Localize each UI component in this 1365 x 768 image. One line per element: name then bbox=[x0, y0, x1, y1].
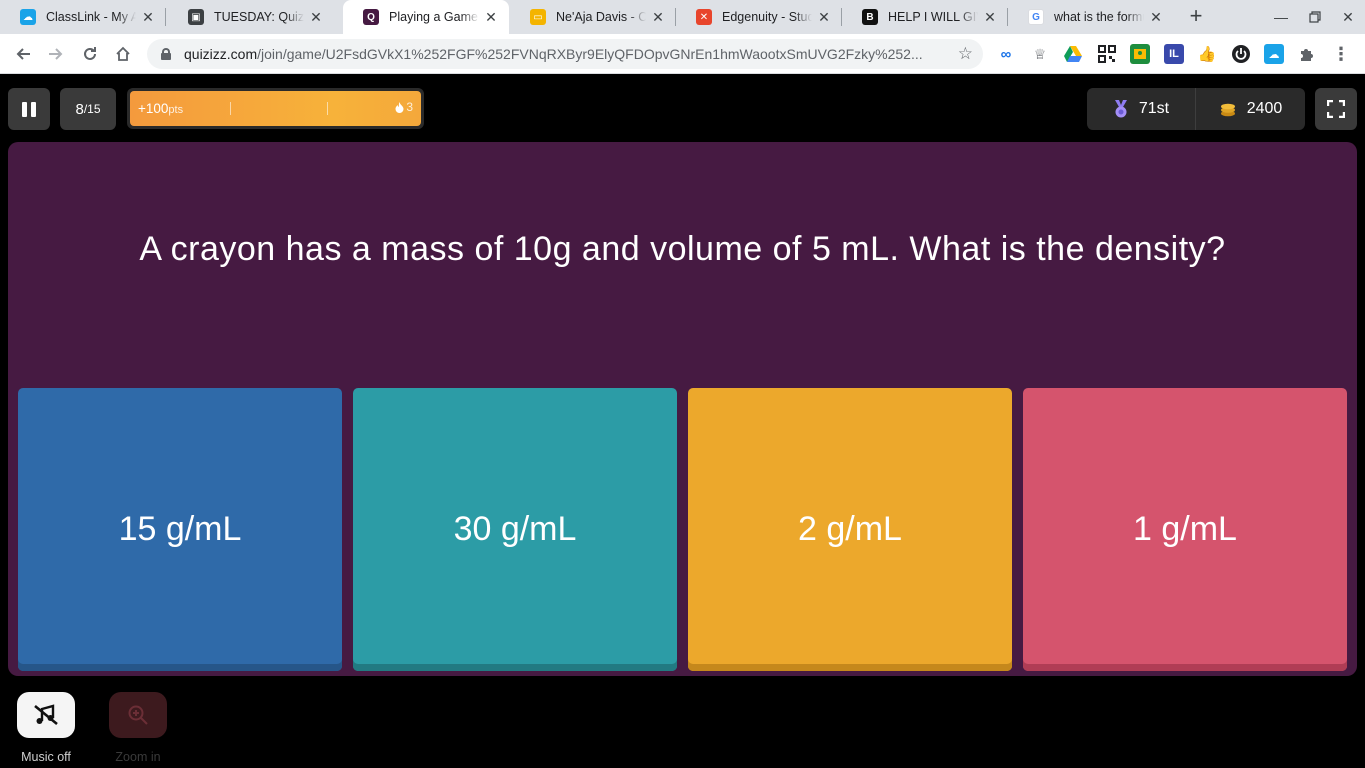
tab-title: TUESDAY: Quizizz bbox=[214, 10, 304, 24]
quizizz-favicon-icon: Q bbox=[363, 9, 379, 25]
close-icon[interactable]: ✕ bbox=[650, 9, 666, 25]
question-text: A crayon has a mass of 10g and volume of… bbox=[139, 230, 1226, 268]
minimize-icon[interactable]: — bbox=[1269, 6, 1293, 28]
url-host: quizizz.com bbox=[184, 46, 258, 62]
points-text: +100pts bbox=[130, 101, 183, 116]
reload-icon[interactable] bbox=[78, 42, 102, 66]
fullscreen-button[interactable] bbox=[1315, 88, 1357, 130]
extension-infinity-icon[interactable]: ∞ bbox=[996, 44, 1016, 64]
close-window-icon[interactable]: ✕ bbox=[1336, 6, 1360, 28]
bookmark-star-icon[interactable]: ☆ bbox=[958, 44, 973, 64]
coins-icon bbox=[1220, 103, 1235, 117]
back-arrow-icon[interactable] bbox=[11, 42, 35, 66]
rank-value: 71st bbox=[1138, 100, 1170, 117]
music-off-label: Music off bbox=[21, 750, 71, 764]
zoom-in-button[interactable]: Zoom in bbox=[108, 692, 168, 764]
streak-bar-fill: +100pts 3 bbox=[130, 91, 421, 126]
zoom-in-circle[interactable] bbox=[109, 692, 167, 738]
new-tab-button[interactable]: + bbox=[1184, 5, 1208, 29]
tab-google-search[interactable]: G what is the formula ✕ bbox=[1008, 0, 1174, 34]
tab-brainly-help[interactable]: B HELP I WILL GIVE ✕ bbox=[842, 0, 1008, 34]
classlink-favicon-icon: ☁ bbox=[20, 9, 36, 25]
close-icon[interactable]: ✕ bbox=[308, 9, 324, 25]
music-off-circle[interactable] bbox=[17, 692, 75, 738]
answer-option-label: 1 g/mL bbox=[1133, 510, 1237, 548]
classlink-icon[interactable]: ☁ bbox=[1264, 44, 1284, 64]
power-icon[interactable] bbox=[1231, 44, 1251, 64]
answer-option-label: 2 g/mL bbox=[798, 510, 902, 548]
answer-option-3[interactable]: 2 g/mL bbox=[688, 388, 1012, 671]
qr-code-icon[interactable] bbox=[1097, 44, 1117, 64]
calendar-favicon-icon: ▭ bbox=[530, 9, 546, 25]
brainly-favicon-icon: B bbox=[862, 9, 878, 25]
answer-option-2[interactable]: 30 g/mL bbox=[353, 388, 677, 671]
address-bar[interactable]: quizizz.com/join/game/U2FsdGVkX1%252FGF%… bbox=[147, 39, 983, 69]
url-path: /join/game/U2FsdGVkX1%252FGF%252FVNqRXBy… bbox=[257, 46, 923, 62]
tab-title: Edgenuity - Student bbox=[722, 10, 812, 24]
rank-display: 71st bbox=[1087, 88, 1196, 130]
tab-title: ClassLink - My Apps bbox=[46, 10, 136, 24]
chrome-menu-icon[interactable]: ⋮ bbox=[1331, 44, 1351, 64]
streak-count: 3 bbox=[406, 100, 413, 114]
music-toggle-button[interactable]: Music off bbox=[16, 692, 76, 764]
tab-title: what is the formula bbox=[1054, 10, 1144, 24]
answer-option-1[interactable]: 15 g/mL bbox=[18, 388, 342, 671]
close-icon[interactable]: ✕ bbox=[1148, 9, 1164, 25]
extension-trophy-icon[interactable]: ♕ bbox=[1030, 44, 1050, 64]
points-unit: pts bbox=[168, 104, 184, 116]
classroom-favicon-icon: ▣ bbox=[188, 9, 204, 25]
edgenuity-favicon-icon: ✕ bbox=[696, 9, 712, 25]
tab-classlink[interactable]: ☁ ClassLink - My Apps ✕ bbox=[0, 0, 166, 34]
close-icon[interactable]: ✕ bbox=[140, 9, 156, 25]
question-number: 8 bbox=[75, 100, 84, 118]
pause-button[interactable] bbox=[8, 88, 50, 130]
fullscreen-icon bbox=[1327, 100, 1345, 118]
google-classroom-icon[interactable] bbox=[1130, 44, 1150, 64]
browser-tab-strip: ☁ ClassLink - My Apps ✕ ▣ TUESDAY: Quizi… bbox=[0, 0, 1365, 34]
flame-icon bbox=[395, 101, 404, 113]
question-total: /15 bbox=[83, 102, 101, 116]
forward-arrow-icon[interactable] bbox=[44, 42, 68, 66]
restore-icon[interactable] bbox=[1303, 6, 1327, 28]
answer-option-4[interactable]: 1 g/mL bbox=[1023, 388, 1347, 671]
google-drive-icon[interactable] bbox=[1063, 44, 1083, 64]
tab-title: HELP I WILL GIVE bbox=[888, 10, 978, 24]
thumbs-up-icon[interactable]: 👍 bbox=[1197, 44, 1217, 64]
browser-toolbar: quizizz.com/join/game/U2FsdGVkX1%252FGF%… bbox=[0, 34, 1365, 74]
puzzle-extensions-icon[interactable] bbox=[1297, 44, 1317, 64]
answer-option-label: 15 g/mL bbox=[118, 510, 242, 548]
coins-display: 2400 bbox=[1196, 88, 1305, 130]
google-favicon-icon: G bbox=[1028, 9, 1044, 25]
tab-calendar[interactable]: ▭ Ne'Aja Davis - Calendar ✕ bbox=[510, 0, 676, 34]
question-counter: 8/15 bbox=[60, 88, 116, 130]
streak-notch bbox=[327, 102, 328, 115]
music-off-icon bbox=[34, 704, 58, 726]
home-icon[interactable] bbox=[111, 42, 135, 66]
quizizz-game: 8/15 +100pts 3 71st 2400 A crayon has a … bbox=[0, 75, 1365, 768]
immersive-reader-icon[interactable]: IL bbox=[1164, 44, 1184, 64]
coins-value: 2400 bbox=[1246, 100, 1283, 117]
close-icon[interactable]: ✕ bbox=[816, 9, 832, 25]
streak-indicator: 3 bbox=[395, 100, 413, 114]
points-value: +100 bbox=[138, 101, 169, 116]
tab-playing-a-game[interactable]: Q Playing a Game - Quizizz ✕ bbox=[343, 0, 509, 34]
medal-icon bbox=[1114, 100, 1127, 118]
url-text: quizizz.com/join/game/U2FsdGVkX1%252FGF%… bbox=[184, 46, 939, 62]
lock-icon bbox=[161, 48, 171, 60]
streak-bar: +100pts 3 bbox=[127, 88, 424, 129]
tab-title: Ne'Aja Davis - Calendar bbox=[556, 10, 646, 24]
tab-title: Playing a Game - Quizizz bbox=[389, 10, 479, 24]
answer-option-label: 30 g/mL bbox=[453, 510, 577, 548]
streak-notch bbox=[230, 102, 231, 115]
close-icon[interactable]: ✕ bbox=[483, 9, 499, 25]
zoom-in-icon bbox=[128, 705, 148, 725]
tab-edgenuity[interactable]: ✕ Edgenuity - Student ✕ bbox=[676, 0, 842, 34]
player-stats: 71st 2400 bbox=[1087, 88, 1305, 130]
close-icon[interactable]: ✕ bbox=[982, 9, 998, 25]
tab-tuesday-quizizz[interactable]: ▣ TUESDAY: Quizizz ✕ bbox=[168, 0, 334, 34]
zoom-in-label: Zoom in bbox=[115, 750, 161, 764]
